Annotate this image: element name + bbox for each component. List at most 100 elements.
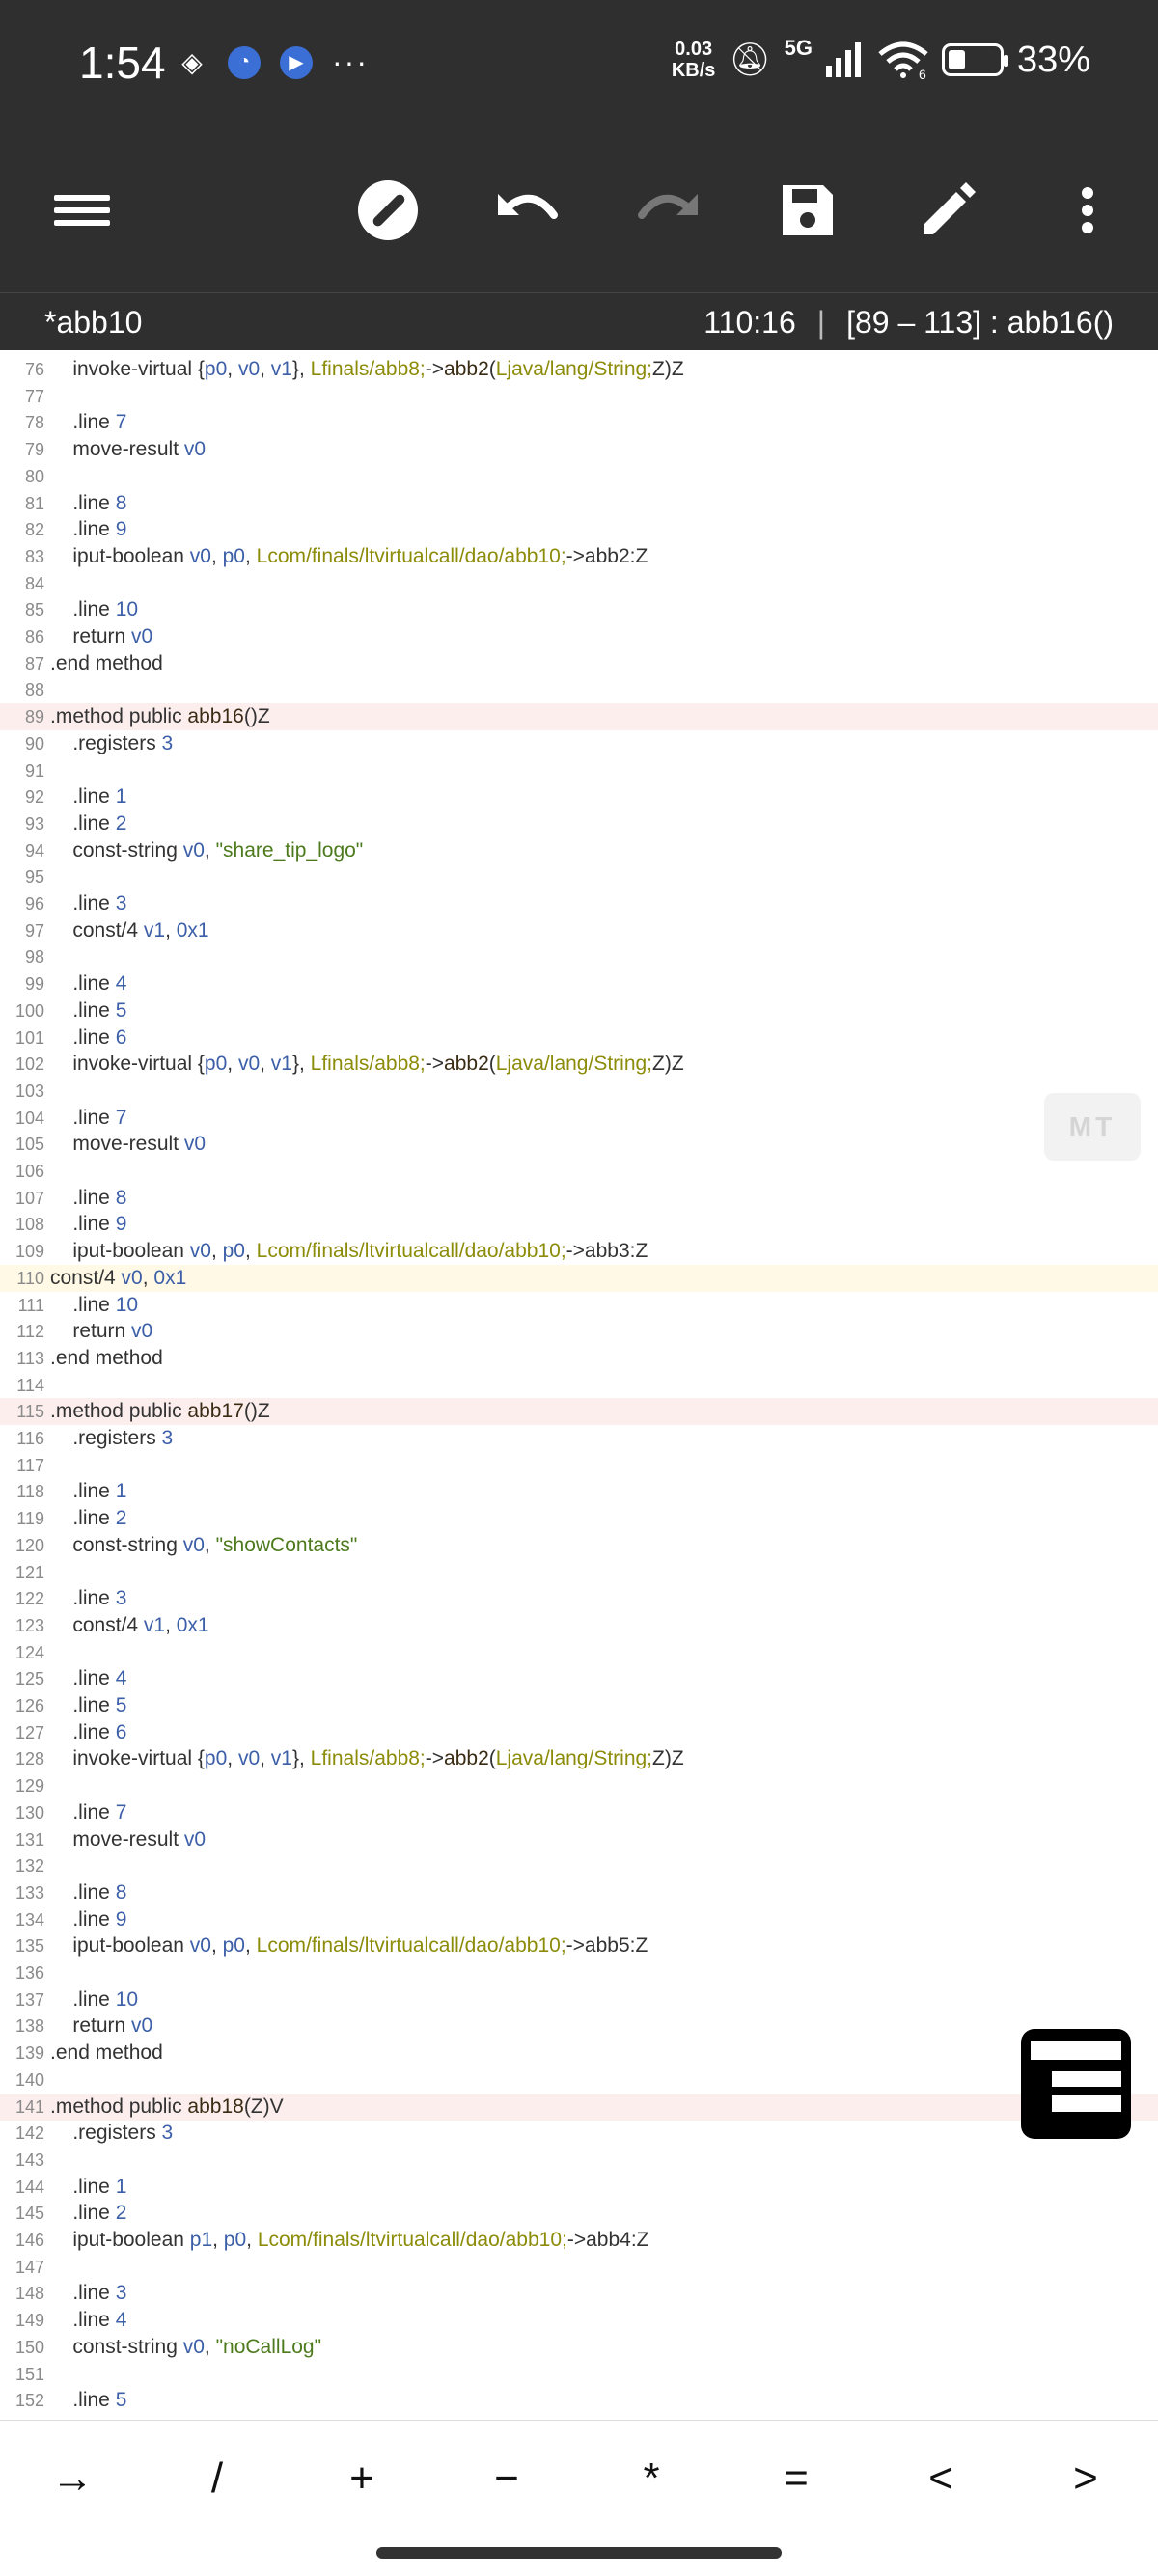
line-text[interactable]: .line 8 — [50, 490, 126, 517]
redo-icon[interactable] — [626, 169, 709, 252]
symbol-key[interactable]: / — [159, 2454, 275, 2503]
line-text[interactable]: .line 5 — [50, 1692, 126, 1719]
line-text[interactable]: .line 6 — [50, 1025, 126, 1052]
gesture-handle[interactable] — [376, 2547, 782, 2559]
code-line[interactable]: 152 .line 5 — [0, 2387, 1158, 2414]
code-line[interactable]: 113 .end method — [0, 1345, 1158, 1372]
code-line[interactable]: 104 .line 7 — [0, 1105, 1158, 1132]
line-text[interactable]: .line 1 — [50, 783, 126, 810]
compass-icon[interactable] — [346, 169, 429, 252]
line-text[interactable]: .method public abb16()Z — [50, 703, 270, 730]
line-text[interactable]: .line 6 — [50, 1719, 126, 1746]
code-line[interactable]: 108 .line 9 — [0, 1211, 1158, 1238]
line-text[interactable]: .method public abb17()Z — [50, 1398, 270, 1425]
line-text[interactable]: .registers 3 — [50, 2120, 173, 2147]
line-text[interactable]: .line 7 — [50, 1105, 126, 1132]
code-line[interactable]: 137 .line 10 — [0, 1987, 1158, 2014]
line-text[interactable]: return v0 — [50, 623, 152, 650]
line-text[interactable]: .line 9 — [50, 516, 126, 543]
line-text[interactable]: .line 2 — [50, 1505, 126, 1532]
line-text[interactable]: .line 3 — [50, 1585, 126, 1612]
code-line[interactable]: 115 .method public abb17()Z — [0, 1398, 1158, 1426]
code-line[interactable]: 78 .line 7 — [0, 409, 1158, 436]
code-line[interactable]: 136 — [0, 1959, 1158, 1987]
line-text[interactable]: const/4 v1, 0x1 — [50, 1612, 208, 1639]
code-line[interactable]: 77 — [0, 383, 1158, 410]
line-text[interactable]: move-result v0 — [50, 1131, 206, 1158]
code-line[interactable]: 91 — [0, 757, 1158, 784]
code-line[interactable]: 87 .end method — [0, 650, 1158, 677]
code-line[interactable]: 134 .line 9 — [0, 1906, 1158, 1933]
code-line[interactable]: 105 move-result v0 — [0, 1131, 1158, 1158]
code-line[interactable]: 84 — [0, 570, 1158, 597]
code-line[interactable]: 114 — [0, 1372, 1158, 1399]
code-line[interactable]: 143 — [0, 2147, 1158, 2174]
code-line[interactable]: 150 const-string v0, "noCallLog" — [0, 2334, 1158, 2361]
symbol-key[interactable]: + — [304, 2454, 420, 2503]
code-line[interactable]: 103 — [0, 1078, 1158, 1105]
more-icon[interactable] — [1046, 169, 1129, 252]
symbol-key[interactable]: = — [738, 2454, 854, 2503]
line-text[interactable]: .line 10 — [50, 1292, 138, 1319]
line-text[interactable]: iput-boolean p1, p0, Lcom/finals/ltvirtu… — [50, 2227, 648, 2254]
code-line[interactable]: 81 .line 8 — [0, 490, 1158, 517]
line-text[interactable]: .line 4 — [50, 1665, 126, 1692]
line-text[interactable]: .line 5 — [50, 2387, 126, 2414]
code-line[interactable]: 106 — [0, 1158, 1158, 1185]
code-line[interactable]: 111 .line 10 — [0, 1292, 1158, 1319]
line-text[interactable]: invoke-virtual {p0, v0, v1}, Lfinals/abb… — [50, 356, 683, 383]
save-icon[interactable] — [766, 169, 849, 252]
code-line[interactable]: 141 .method public abb18(Z)V — [0, 2093, 1158, 2121]
line-text[interactable]: .line 1 — [50, 2174, 126, 2201]
code-line[interactable]: 83 iput-boolean v0, p0, Lcom/finals/ltvi… — [0, 543, 1158, 570]
line-text[interactable]: iput-boolean v0, p0, Lcom/finals/ltvirtu… — [50, 543, 648, 570]
code-line[interactable]: 82 .line 9 — [0, 516, 1158, 543]
line-text[interactable]: .line 3 — [50, 2280, 126, 2307]
code-line[interactable]: 130 .line 7 — [0, 1799, 1158, 1826]
code-line[interactable]: 125 .line 4 — [0, 1665, 1158, 1692]
line-text[interactable]: .line 7 — [50, 409, 126, 436]
line-text[interactable]: .line 4 — [50, 2307, 126, 2334]
line-text[interactable]: .line 10 — [50, 1987, 138, 2014]
line-text[interactable]: .registers 3 — [50, 730, 173, 757]
line-text[interactable]: const-string v0, "noCallLog" — [50, 2334, 321, 2361]
line-text[interactable]: .line 8 — [50, 1185, 126, 1212]
code-line[interactable]: 112 return v0 — [0, 1318, 1158, 1345]
code-line[interactable]: 107 .line 8 — [0, 1185, 1158, 1212]
symbol-key[interactable]: → — [14, 2454, 130, 2503]
line-text[interactable]: .line 8 — [50, 1879, 126, 1906]
line-text[interactable]: const-string v0, "showContacts" — [50, 1532, 357, 1559]
code-line[interactable]: 118 .line 1 — [0, 1478, 1158, 1505]
code-line[interactable]: 138 return v0 — [0, 2013, 1158, 2040]
code-line[interactable]: 98 — [0, 944, 1158, 971]
code-editor[interactable]: 152 .line 5 151 150 const-string v0, "noCa… — [0, 350, 1158, 2420]
line-text[interactable]: iput-boolean v0, p0, Lcom/finals/ltvirtu… — [50, 1932, 648, 1959]
line-text[interactable]: invoke-virtual {p0, v0, v1}, Lfinals/abb… — [50, 1745, 683, 1772]
code-line[interactable]: 120 const-string v0, "showContacts" — [0, 1532, 1158, 1559]
code-line[interactable]: 131 move-result v0 — [0, 1826, 1158, 1853]
line-text[interactable]: .line 9 — [50, 1211, 126, 1238]
code-line[interactable]: 88 — [0, 676, 1158, 703]
code-line[interactable]: 148 .line 3 — [0, 2280, 1158, 2307]
code-line[interactable]: 117 — [0, 1452, 1158, 1479]
code-line[interactable]: 89 .method public abb16()Z — [0, 703, 1158, 731]
line-text[interactable]: const/4 v0, 0x1 — [50, 1265, 186, 1292]
line-text[interactable]: move-result v0 — [50, 1826, 206, 1853]
code-line[interactable]: 86 return v0 — [0, 623, 1158, 650]
line-text[interactable]: .line 2 — [50, 2200, 126, 2227]
code-line[interactable]: 95 — [0, 863, 1158, 891]
code-line[interactable]: 110 const/4 v0, 0x1 — [0, 1264, 1158, 1292]
code-line[interactable]: 102 invoke-virtual {p0, v0, v1}, Lfinals… — [0, 1051, 1158, 1078]
line-text[interactable]: return v0 — [50, 1318, 152, 1345]
line-text[interactable]: .line 9 — [50, 1906, 126, 1933]
line-text[interactable]: .line 7 — [50, 1799, 126, 1826]
code-line[interactable]: 109 iput-boolean v0, p0, Lcom/finals/ltv… — [0, 1238, 1158, 1265]
line-text[interactable]: .end method — [50, 1345, 163, 1372]
edit-icon[interactable] — [906, 169, 989, 252]
code-line[interactable]: 135 iput-boolean v0, p0, Lcom/finals/ltv… — [0, 1932, 1158, 1959]
method-range[interactable]: [89 – 113] : abb16() — [846, 305, 1114, 341]
code-line[interactable]: 140 — [0, 2067, 1158, 2094]
file-tab[interactable]: *abb10 — [44, 305, 142, 341]
code-line[interactable]: 100 .line 5 — [0, 998, 1158, 1025]
line-text[interactable]: const-string v0, "share_tip_logo" — [50, 837, 363, 864]
